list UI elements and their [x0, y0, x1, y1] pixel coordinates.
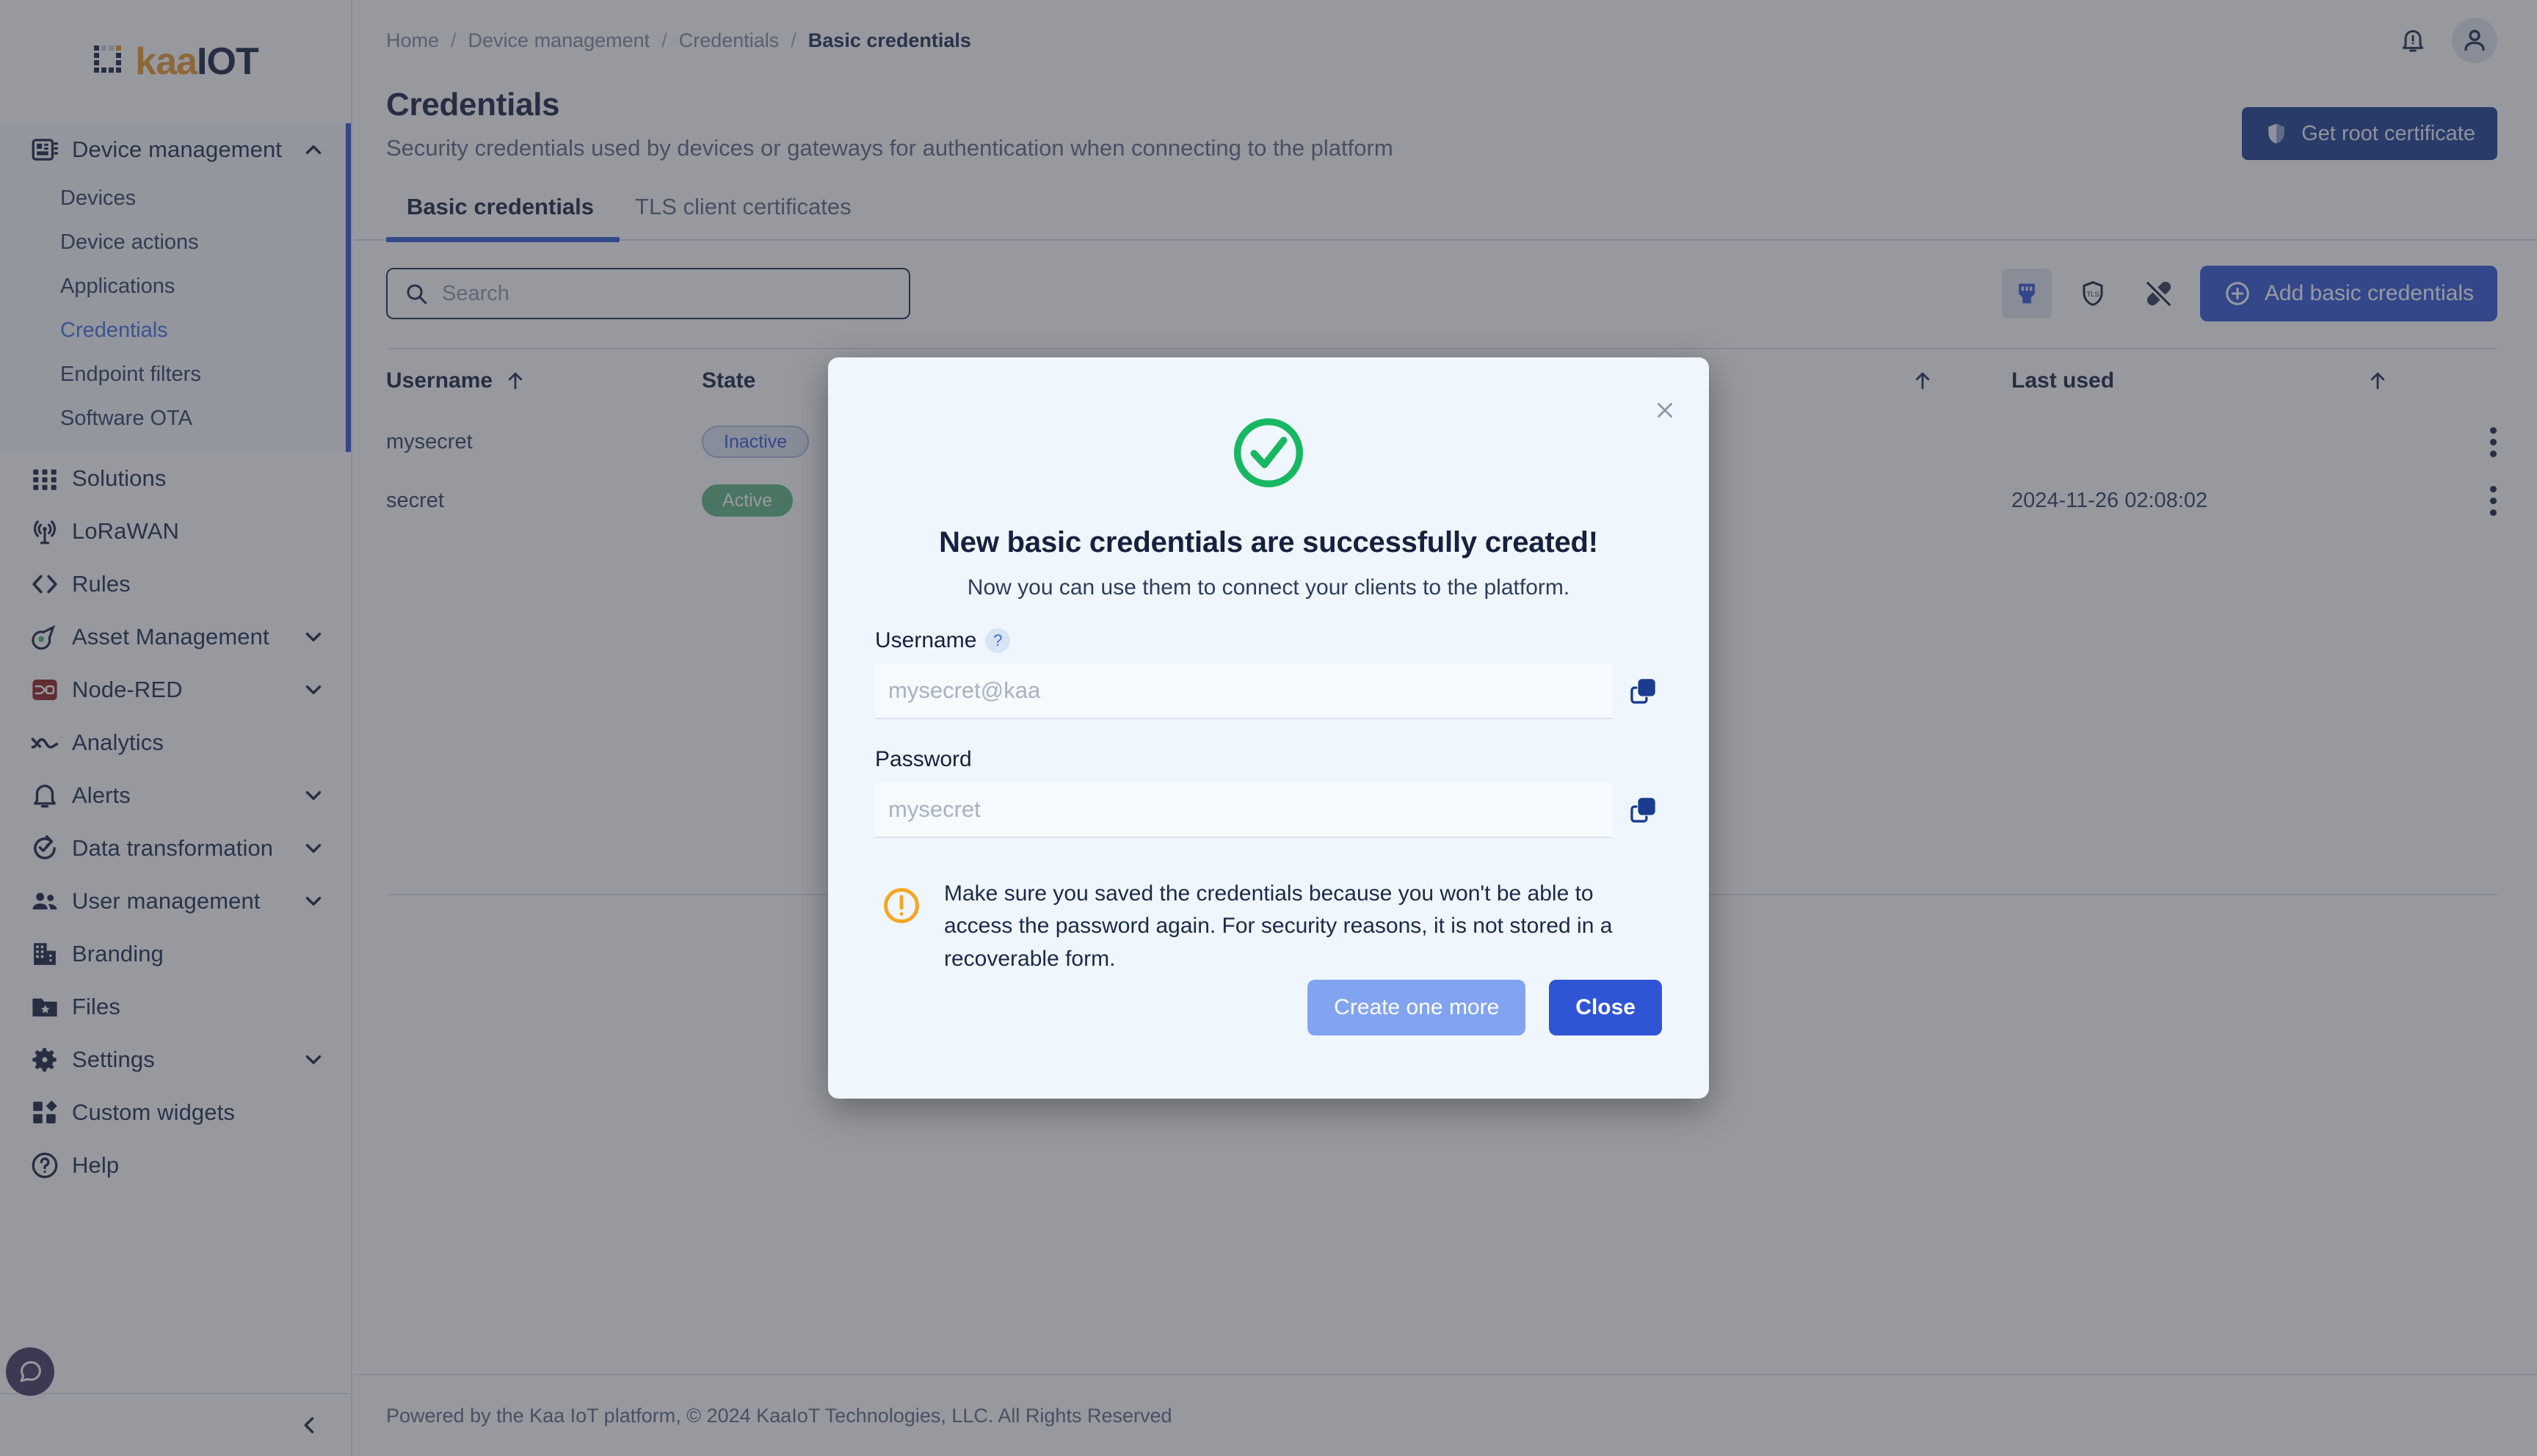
- username-label-row: Username ?: [875, 628, 1662, 653]
- copy-icon[interactable]: [1624, 791, 1662, 829]
- credentials-created-dialog: New basic credentials are successfully c…: [828, 357, 1709, 1099]
- username-field-row: [875, 663, 1662, 719]
- create-one-more-button[interactable]: Create one more: [1307, 980, 1526, 1035]
- copy-icon[interactable]: [1624, 672, 1662, 710]
- dialog-subtitle: Now you can use them to connect your cli…: [967, 575, 1570, 600]
- question-mark-icon[interactable]: ?: [985, 628, 1011, 653]
- password-field-block: Password: [875, 747, 1662, 838]
- username-label: Username: [875, 628, 977, 652]
- password-label-row: Password: [875, 747, 1662, 772]
- warning-block: Make sure you saved the credentials beca…: [875, 878, 1662, 975]
- success-check-circle-icon: [1229, 413, 1308, 492]
- password-label: Password: [875, 747, 972, 771]
- username-field[interactable]: [875, 663, 1612, 719]
- warning-text: Make sure you saved the credentials beca…: [944, 881, 1613, 971]
- password-field-row: [875, 782, 1662, 838]
- password-field[interactable]: [875, 782, 1612, 838]
- dialog-title: New basic credentials are successfully c…: [939, 526, 1598, 558]
- username-field-block: Username ?: [875, 628, 1662, 719]
- dialog-actions: Create one more Close: [1307, 980, 1662, 1035]
- close-button[interactable]: Close: [1549, 980, 1662, 1035]
- close-icon[interactable]: [1647, 393, 1683, 428]
- app-root: kaaIOT: [0, 0, 2537, 1456]
- warning-exclamation-icon: [881, 885, 922, 926]
